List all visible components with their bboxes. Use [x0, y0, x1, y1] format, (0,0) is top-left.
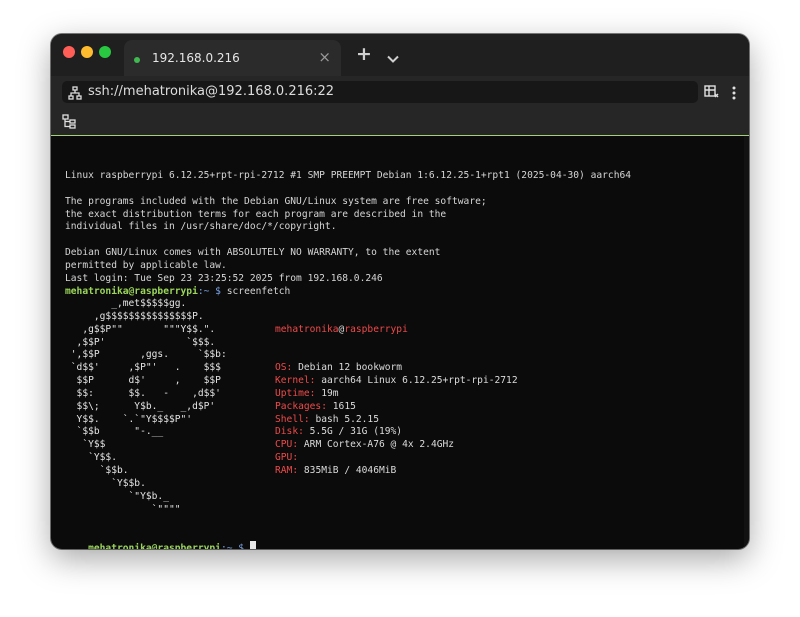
- info-row: GPU:: [275, 452, 518, 465]
- logo-line: ,g$$P"" """Y$$.".: [65, 323, 216, 335]
- layout-icon[interactable]: [704, 84, 720, 103]
- close-window-button[interactable]: [63, 46, 75, 58]
- prompt-user: mehatronika@raspberrypi: [88, 542, 221, 549]
- logo-line: _,met$$$$$gg.: [65, 298, 187, 309]
- info-value: 1615: [332, 400, 356, 412]
- logo-line: `Y$$.: [65, 452, 117, 464]
- new-tab-button[interactable]: +: [356, 45, 372, 64]
- text-cursor: [249, 540, 256, 549]
- chevron-down-icon[interactable]: [387, 48, 399, 67]
- logo-line: ,$$P' `$$$.: [65, 336, 216, 348]
- info-row: Kernel: aarch64 Linux 6.12.25+rpt-rpi-27…: [275, 375, 518, 388]
- system-info: mehatronika@raspberrypi OS: Debian 12 bo…: [275, 298, 518, 504]
- info-user: mehatronika: [275, 323, 339, 335]
- prompt-user: mehatronika@raspberrypi: [65, 285, 198, 297]
- logo-line: `$$b.: [65, 464, 129, 476]
- prompt-path: :~ $: [220, 542, 245, 549]
- info-value: 835MiB / 4046MiB: [303, 464, 397, 476]
- terminal-line: Linux raspberrypi 6.12.25+rpt-rpi-2712 #…: [65, 170, 632, 181]
- logo-line: Y$$. `.`"Y$$$$P"': [65, 413, 193, 425]
- info-row: Packages: 1615: [275, 401, 518, 414]
- info-value: ARM Cortex-A76 @ 4x 2.4GHz: [303, 439, 455, 451]
- terminal-line: permitted by applicable law.: [65, 259, 227, 271]
- logo-line: `d$$' ,$P"' . $$$: [65, 362, 221, 374]
- logo-line: ,g$$$$$$$$$$$$$$$P.: [65, 310, 204, 322]
- logo-line: $$P d$' , $$P: [65, 375, 221, 387]
- tab-title: 192.168.0.216: [152, 51, 240, 65]
- info-label: CPU:: [275, 439, 299, 451]
- title-bar: 192.168.0.216 × +: [51, 34, 749, 76]
- info-row: RAM: 835MiB / 4046MiB: [275, 465, 518, 478]
- command-text: screenfetch: [226, 285, 291, 297]
- terminal-line: The programs included with the Debian GN…: [65, 195, 487, 207]
- info-row: Shell: bash 5.2.15: [275, 414, 518, 427]
- info-label: Kernel:: [275, 375, 316, 387]
- info-label: Packages:: [275, 400, 327, 412]
- info-value: 5.5G / 31G (19%): [309, 426, 403, 438]
- session-toolbar: [51, 110, 749, 136]
- debian-ascii-logo: _,met$$$$$gg. ,g$$$$$$$$$$$$$$$P. ,g$$P"…: [65, 298, 227, 516]
- terminal-line: individual files in /usr/share/doc/*/cop…: [65, 221, 337, 233]
- info-label: Shell:: [275, 413, 310, 425]
- terminal-output: Linux raspberrypi 6.12.25+rpt-rpi-2712 #…: [65, 170, 631, 298]
- logo-line: ',$$P ,ggs. `$$b:: [65, 349, 227, 361]
- close-tab-icon[interactable]: ×: [318, 48, 331, 66]
- network-icon: [68, 85, 82, 104]
- active-prompt[interactable]: mehatronika@raspberrypi:~ $: [65, 528, 256, 549]
- command-line: mehatronika@raspberrypi:~ $ screenfetch: [65, 286, 631, 299]
- info-value: aarch64 Linux 6.12.25+rpt-rpi-2712: [321, 375, 518, 387]
- info-host: raspberrypi: [344, 323, 408, 335]
- info-label: OS:: [275, 362, 293, 374]
- info-label: GPU:: [275, 452, 299, 464]
- more-vertical-icon[interactable]: [732, 85, 736, 104]
- logo-line: $$\; Y$b._ _,d$P': [65, 400, 216, 412]
- info-user-host: mehatronika@raspberrypi: [275, 324, 518, 337]
- info-row: OS: Debian 12 bookworm: [275, 362, 518, 375]
- terminal-window: 192.168.0.216 × + ssh://mehatronika@192.…: [51, 34, 749, 549]
- address-field[interactable]: ssh://mehatronika@192.168.0.216:22: [62, 81, 698, 103]
- info-value: Debian 12 bookworm: [298, 362, 403, 374]
- logo-line: `$$b "-.__: [65, 426, 164, 438]
- tab-session[interactable]: 192.168.0.216 ×: [124, 40, 341, 76]
- connection-status-icon: [134, 57, 140, 63]
- info-row: CPU: ARM Cortex-A76 @ 4x 2.4GHz: [275, 439, 518, 452]
- info-value: bash 5.2.15: [315, 413, 379, 425]
- info-label: Uptime:: [275, 387, 316, 399]
- prompt-path: :~ $: [197, 285, 221, 297]
- connection-url: ssh://mehatronika@192.168.0.216:22: [88, 84, 335, 99]
- logo-line: $$: $$. - ,d$$': [65, 387, 221, 399]
- address-bar-row: ssh://mehatronika@192.168.0.216:22: [51, 76, 749, 110]
- logo-line: `"Y$b._: [65, 490, 169, 502]
- maximize-window-button[interactable]: [99, 46, 111, 58]
- info-label: Disk:: [275, 426, 304, 438]
- terminal-scrollbar[interactable]: [744, 136, 749, 549]
- minimize-window-button[interactable]: [81, 46, 93, 58]
- info-row: Disk: 5.5G / 31G (19%): [275, 426, 518, 439]
- terminal-line: Last login: Tue Sep 23 23:25:52 2025 fro…: [65, 272, 383, 284]
- logo-line: `Y$$: [65, 439, 106, 451]
- info-row: Uptime: 19m: [275, 388, 518, 401]
- logo-line: `Y$$b.: [65, 477, 146, 489]
- tree-icon[interactable]: [61, 113, 77, 133]
- info-value: 19m: [321, 387, 339, 399]
- info-label: RAM:: [275, 464, 299, 476]
- logo-line: `"""": [65, 503, 181, 515]
- terminal-line: Debian GNU/Linux comes with ABSOLUTELY N…: [65, 247, 441, 259]
- terminal-line: the exact distribution terms for each pr…: [65, 208, 447, 220]
